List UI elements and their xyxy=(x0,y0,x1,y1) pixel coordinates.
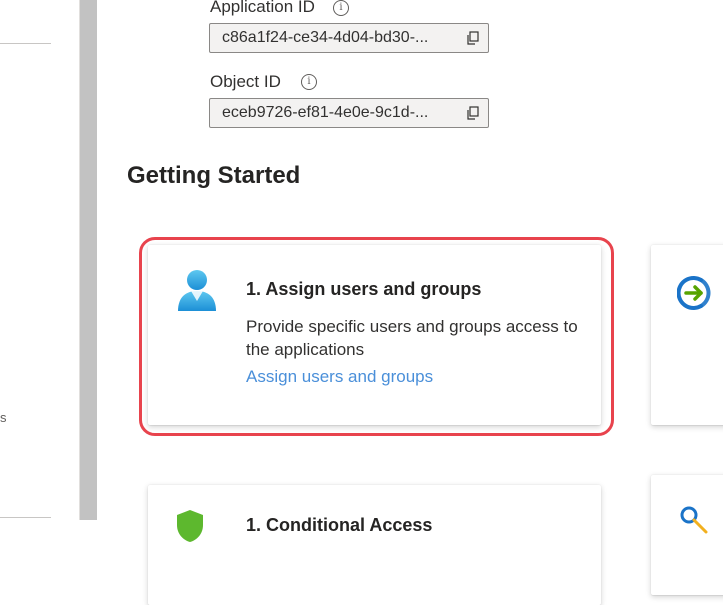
section-title: Getting Started xyxy=(127,162,301,189)
left-nav: s xyxy=(0,0,80,520)
object-id-label: Object ID xyxy=(210,72,281,91)
info-icon[interactable]: i xyxy=(333,0,349,16)
nav-divider xyxy=(0,517,51,518)
copy-icon[interactable] xyxy=(466,106,480,120)
nav-divider xyxy=(0,43,51,44)
copy-icon[interactable] xyxy=(466,31,480,45)
application-id-label: Application ID xyxy=(210,0,315,16)
key-icon xyxy=(680,506,708,534)
info-icon[interactable]: i xyxy=(301,74,317,90)
application-id-field[interactable]: c86a1f24-ce34-4d04-bd30-... xyxy=(209,23,489,53)
card-conditional-access[interactable]: 1. Conditional Access xyxy=(148,485,601,605)
nav-item-partial[interactable]: s xyxy=(0,410,7,425)
scrollbar[interactable] xyxy=(80,0,97,520)
object-id-field[interactable]: eceb9726-ef81-4e0e-9c1d-... xyxy=(209,98,489,128)
card-title: 1. Conditional Access xyxy=(246,515,433,535)
highlight-box xyxy=(139,237,614,436)
arrow-signin-icon xyxy=(677,276,711,310)
application-id-value: c86a1f24-ce34-4d04-bd30-... xyxy=(222,29,429,46)
object-id-value: eceb9726-ef81-4e0e-9c1d-... xyxy=(222,104,429,121)
shield-icon xyxy=(177,510,203,542)
card-self-service[interactable] xyxy=(651,475,723,595)
card-sign-on[interactable] xyxy=(651,245,723,425)
